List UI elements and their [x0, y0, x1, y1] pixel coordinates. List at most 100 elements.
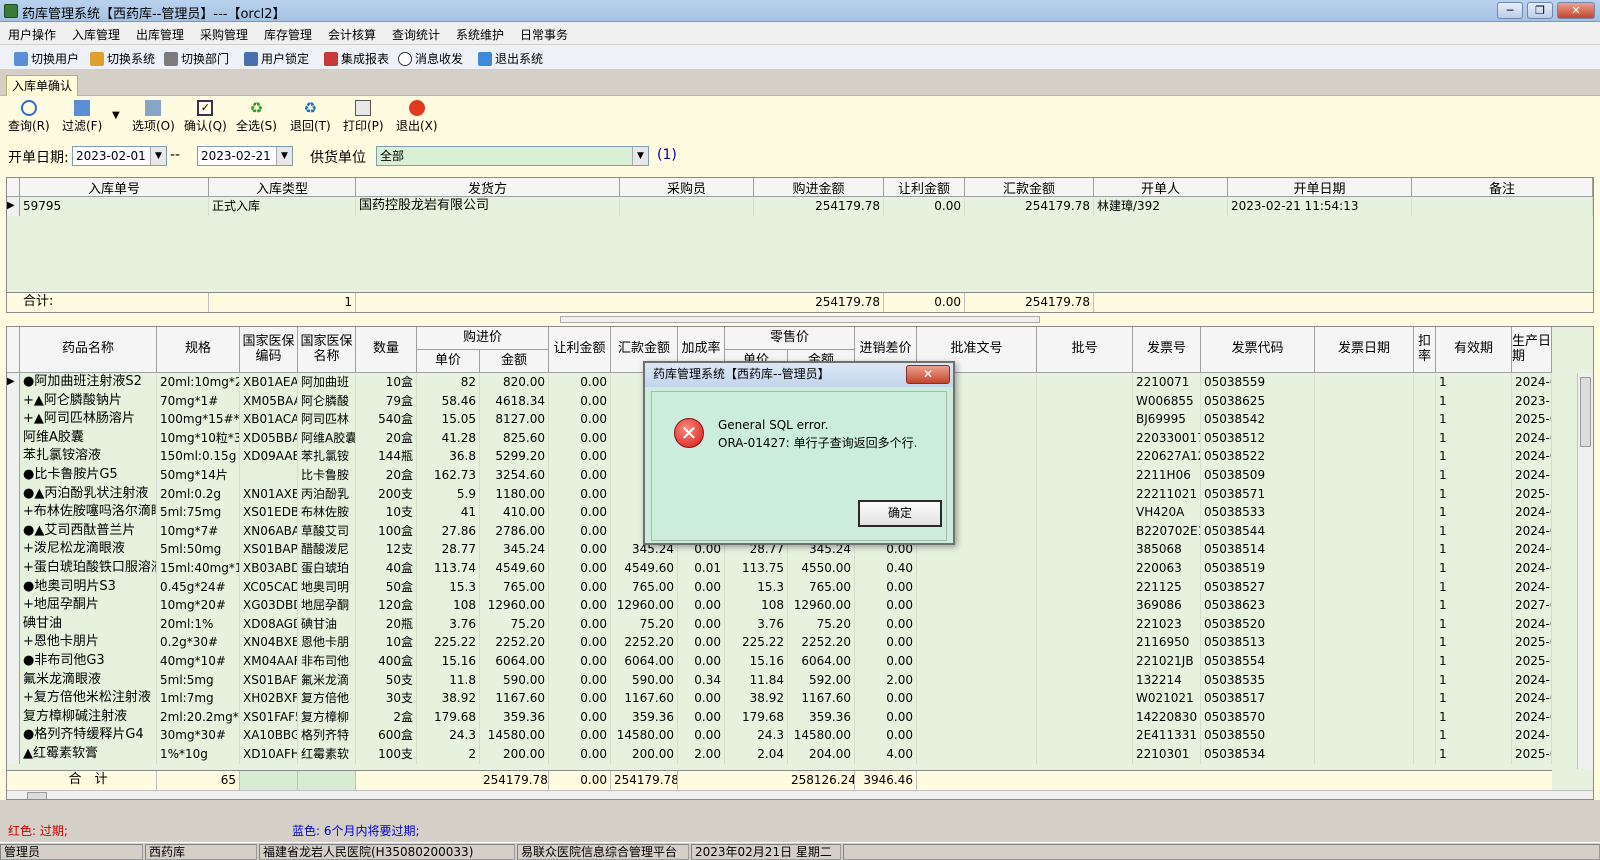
- row-indicator: [7, 652, 20, 671]
- table-row[interactable]: ●地奥司明片S30.45g*24#XC05CAD3地奥司明50盒15.3765.…: [7, 577, 1552, 597]
- table-cell: 丙泊酚乳: [298, 484, 356, 504]
- horizontal-scrollbar[interactable]: [7, 790, 1593, 799]
- exit-button[interactable]: 退出(X): [396, 100, 438, 134]
- ok-button[interactable]: 确定: [858, 500, 942, 527]
- col-discount[interactable]: 让利金额: [549, 327, 611, 373]
- row-indicator: [7, 670, 20, 690]
- table-cell: 05038527: [1201, 577, 1315, 597]
- col-invoice[interactable]: 发票号: [1133, 327, 1201, 373]
- menu-user-ops[interactable]: 用户操作: [8, 26, 56, 43]
- options-button[interactable]: 选项(O): [132, 100, 175, 134]
- table-cell: 05038544: [1201, 521, 1315, 541]
- table-row[interactable]: ▲红霉素软膏1%*10gXD10AFH0红霉素软100支2200.000.002…: [7, 745, 1552, 764]
- menu-accounting[interactable]: 会计核算: [328, 26, 376, 43]
- supplier-select[interactable]: 全部 ▼: [376, 146, 649, 166]
- table-row[interactable]: 氟米龙滴眼液5ml:5mgXS01BAF0氟米龙滴50支11.8590.000.…: [7, 670, 1552, 690]
- col-purchase-unit[interactable]: 单价: [417, 350, 480, 373]
- col-rate[interactable]: 扣率: [1414, 327, 1436, 373]
- menu-stock-out[interactable]: 出库管理: [136, 26, 184, 43]
- menu-system[interactable]: 系统维护: [456, 26, 504, 43]
- exit-system-button[interactable]: 退出系统: [478, 50, 543, 67]
- col-remit[interactable]: 汇款金额: [965, 178, 1094, 197]
- select-all-button[interactable]: ♻ 全选(S): [236, 100, 277, 134]
- splitter-handle[interactable]: [560, 316, 1040, 323]
- table-cell: 3.76: [417, 614, 480, 634]
- confirm-button[interactable]: ✓ 确认(Q): [184, 100, 227, 134]
- col-expiry[interactable]: 有效期: [1436, 327, 1512, 373]
- date-from-picker[interactable]: 2023-02-01 ▼: [72, 146, 167, 166]
- table-row[interactable]: 碘甘油20ml:1%XD08AGD1碘甘油20瓶3.7675.200.0075.…: [7, 614, 1552, 634]
- col-sender[interactable]: 发货方: [356, 178, 620, 197]
- col-ins-name[interactable]: 国家医保名称: [298, 327, 356, 373]
- table-cell: XD08AGD1: [240, 614, 298, 634]
- messages-button[interactable]: 消息收发: [398, 50, 463, 67]
- col-creator[interactable]: 开单人: [1094, 178, 1228, 197]
- col-purchase-amount[interactable]: 购进金额: [754, 178, 884, 197]
- menu-stock-in[interactable]: 入库管理: [72, 26, 120, 43]
- reports-button[interactable]: 集成报表: [324, 50, 389, 67]
- col-remark[interactable]: 备注: [1412, 178, 1593, 197]
- switch-system-button[interactable]: 切换系统: [90, 50, 155, 67]
- col-discount[interactable]: 让利金额: [884, 178, 965, 197]
- table-cell: 0.00: [678, 596, 725, 616]
- date-to-picker[interactable]: 2023-02-21 ▼: [197, 146, 293, 166]
- table-cell: 108: [417, 596, 480, 616]
- table-row[interactable]: +复方倍他米松注射液1ml:7mgXH02BXF1复方倍他30支38.92116…: [7, 689, 1552, 709]
- table-row[interactable]: +地屈孕酮片10mg*20#XG03DBD0地屈孕酮120盒10812960.0…: [7, 596, 1552, 616]
- vertical-scrollbar[interactable]: [1577, 373, 1593, 769]
- col-qty[interactable]: 数量: [356, 327, 417, 373]
- switch-user-button[interactable]: 切换用户: [14, 50, 79, 67]
- col-prod-date[interactable]: 生产日期: [1512, 327, 1552, 373]
- table-cell: 6064.00: [788, 652, 855, 671]
- menu-daily[interactable]: 日常事务: [520, 26, 568, 43]
- table-cell: 220063: [1133, 559, 1201, 578]
- table-row[interactable]: +恩他卡朋片0.2g*30#XN04BXE0恩他卡朋10盒225.222252.…: [7, 633, 1552, 653]
- minimize-button[interactable]: ─: [1497, 2, 1523, 19]
- scroll-thumb[interactable]: [1580, 377, 1591, 447]
- return-button[interactable]: ♻ 退回(T): [290, 100, 331, 134]
- table-cell: 0.00: [855, 596, 917, 616]
- table-row[interactable]: 复方樟柳碱注射液2ml:20.2mg*10支XS01FAF5复方樟柳2盒179.…: [7, 707, 1552, 727]
- query-button[interactable]: 查询(R): [8, 100, 50, 134]
- table-cell: 苯扎氯铵溶液: [20, 447, 157, 467]
- table-row[interactable]: ▶ 59795 正式入库 国药控股龙岩有限公司 254179.78 0.00 2…: [7, 197, 1593, 216]
- menu-inventory[interactable]: 库存管理: [264, 26, 312, 43]
- col-buyer[interactable]: 采购员: [620, 178, 754, 197]
- restore-button[interactable]: ❐: [1527, 2, 1553, 19]
- table-cell: ●非布司他G3: [20, 652, 157, 671]
- col-ins-code[interactable]: 国家医保编码: [240, 327, 298, 373]
- hscroll-thumb[interactable]: [27, 792, 47, 799]
- table-row[interactable]: +蛋白琥珀酸铁口服溶液15ml:40mg*10支XB03ABD0蛋白琥珀40盒1…: [7, 559, 1552, 578]
- chevron-down-icon[interactable]: ▼: [150, 147, 166, 165]
- col-invoice-date[interactable]: 发票日期: [1315, 327, 1414, 373]
- table-cell: [1037, 707, 1133, 727]
- menu-query[interactable]: 查询统计: [392, 26, 440, 43]
- dialog-close-button[interactable]: ✕: [906, 365, 950, 384]
- col-batch[interactable]: 批号: [1037, 327, 1133, 373]
- col-purchase-amount[interactable]: 金额: [480, 350, 549, 373]
- menu-purchase[interactable]: 采购管理: [200, 26, 248, 43]
- table-cell: 0.00: [549, 391, 611, 411]
- tab-stock-confirm[interactable]: 入库单确认: [6, 75, 78, 96]
- table-row[interactable]: ●非布司他G340mg*10#XM04AAF6非布司他400盒15.166064…: [7, 652, 1552, 671]
- table-cell: 14580.00: [788, 726, 855, 746]
- col-invoice-code[interactable]: 发票代码: [1201, 327, 1315, 373]
- lock-user-button[interactable]: 用户锁定: [244, 50, 309, 67]
- col-spec[interactable]: 规格: [157, 327, 240, 373]
- table-cell: 10盒: [356, 633, 417, 653]
- table-cell: 2024-10-31: [1512, 670, 1552, 690]
- chevron-down-icon[interactable]: ▼: [632, 147, 648, 165]
- table-row[interactable]: ●格列齐特缓释片G430mg*30#XA10BBG0格列齐特600盒24.314…: [7, 726, 1552, 746]
- col-create-date[interactable]: 开单日期: [1228, 178, 1412, 197]
- filter-button[interactable]: 过滤(F): [62, 100, 102, 134]
- chevron-down-icon[interactable]: ▼: [276, 147, 292, 165]
- close-button[interactable]: ✕: [1557, 2, 1595, 19]
- col-order-no[interactable]: 入库单号: [20, 178, 209, 197]
- filter-dropdown-icon[interactable]: ▼: [112, 110, 120, 121]
- switch-dept-button[interactable]: 切换部门: [164, 50, 229, 67]
- legend-expired: 红色: 过期;: [8, 824, 68, 838]
- table-cell: 225.22: [725, 633, 788, 653]
- col-drug-name[interactable]: 药品名称: [20, 327, 157, 373]
- col-type[interactable]: 入库类型: [209, 178, 356, 197]
- print-button[interactable]: 打印(P): [343, 100, 384, 134]
